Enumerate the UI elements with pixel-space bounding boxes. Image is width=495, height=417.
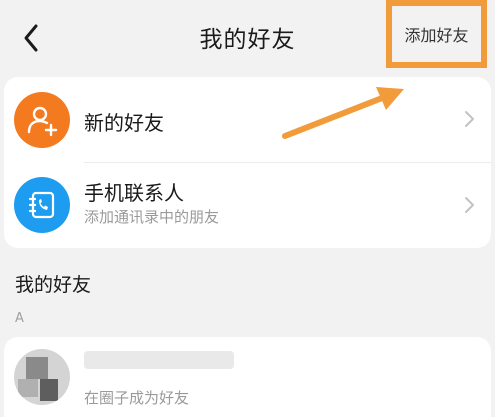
friend-list-item[interactable]: 在圈子成为好友	[4, 337, 491, 417]
top-bar: 我的好友 添加好友	[0, 0, 495, 74]
index-letter: A	[15, 311, 24, 326]
chevron-right-icon	[465, 111, 474, 127]
new-friends-label: 新的好友	[84, 111, 164, 135]
phone-contacts-subtitle: 添加通讯录中的朋友	[84, 208, 220, 226]
add-friend-button[interactable]: 添加好友	[386, 0, 487, 68]
phone-contacts-icon	[14, 177, 70, 233]
phone-contacts-item[interactable]: 手机联系人 添加通讯录中的朋友	[4, 163, 491, 247]
friends-section-title: 我的好友	[15, 274, 92, 296]
phone-contacts-label: 手机联系人	[84, 181, 184, 205]
new-friends-item[interactable]: 新的好友	[4, 77, 491, 163]
add-friend-label: 添加好友	[404, 26, 469, 45]
blurred-friend-name	[84, 351, 234, 369]
entry-card: 新的好友 手机联系人 添加通讯录中的朋友	[4, 77, 491, 248]
friend-subtitle: 在圈子成为好友	[84, 389, 190, 407]
add-user-icon	[14, 92, 70, 148]
chevron-right-icon	[465, 197, 474, 213]
avatar	[14, 349, 70, 405]
